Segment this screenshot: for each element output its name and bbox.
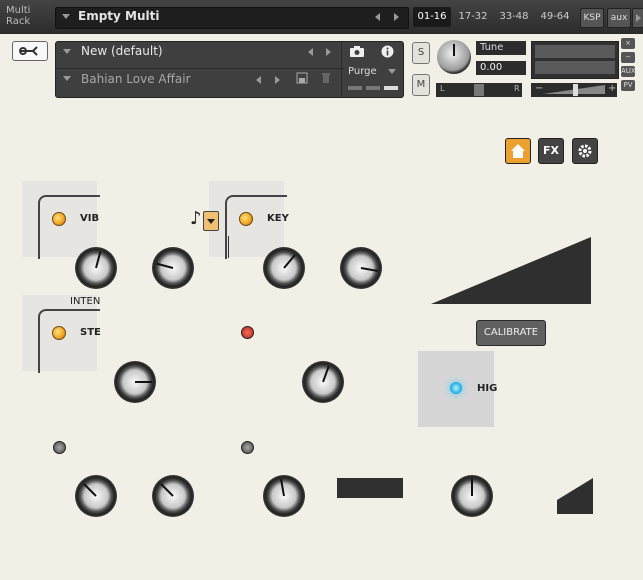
range-tab-01-16[interactable]: 01-16 bbox=[413, 7, 451, 27]
tune-label: Tune bbox=[476, 41, 526, 55]
stereo-label: STE bbox=[80, 327, 101, 338]
bottom-knob-1[interactable] bbox=[75, 475, 117, 517]
tune-knob[interactable] bbox=[437, 40, 471, 74]
key-knob-1[interactable] bbox=[263, 247, 305, 289]
range-tab-49-64[interactable]: 49-64 bbox=[537, 7, 573, 27]
grey-indicator-led-2[interactable] bbox=[241, 441, 254, 454]
instrument-menu-icon[interactable] bbox=[63, 49, 71, 54]
note-icon: ♪ bbox=[190, 208, 202, 229]
multi-name: Empty Multi bbox=[78, 9, 160, 23]
solo-button[interactable]: S bbox=[412, 42, 430, 64]
multi-prev-icon[interactable] bbox=[375, 13, 380, 21]
high-led[interactable] bbox=[450, 382, 462, 394]
settings-button[interactable] bbox=[572, 138, 598, 164]
info-icon[interactable] bbox=[381, 45, 394, 58]
level-ramp-display bbox=[431, 237, 591, 304]
purge-indicator-3 bbox=[384, 86, 398, 90]
pan-slider[interactable]: L R bbox=[436, 83, 522, 97]
bottom-knob-3[interactable] bbox=[263, 475, 305, 517]
key-dropdown-arrow-icon bbox=[207, 219, 215, 224]
key-tick bbox=[228, 236, 229, 258]
ksp-button[interactable]: KSP bbox=[580, 8, 604, 28]
stereo-knob-2[interactable] bbox=[302, 361, 344, 403]
snapshot-name[interactable]: Bahian Love Affair bbox=[81, 72, 191, 86]
camera-icon[interactable] bbox=[349, 45, 365, 58]
pan-left-label: L bbox=[440, 84, 445, 93]
red-indicator-led[interactable] bbox=[241, 326, 254, 339]
key-label: KEY bbox=[267, 213, 289, 224]
vibe-depth-knob[interactable] bbox=[152, 247, 194, 289]
key-led[interactable] bbox=[239, 212, 253, 226]
trash-icon[interactable] bbox=[320, 72, 332, 84]
purge-indicator-2 bbox=[366, 86, 380, 90]
snapshot-prev-icon[interactable] bbox=[256, 76, 261, 84]
high-label: HIG bbox=[477, 383, 498, 394]
multi-menu-arrow-icon[interactable] bbox=[62, 14, 70, 19]
tune-value-field[interactable]: 0.00 bbox=[476, 61, 526, 75]
stereo-led[interactable] bbox=[52, 326, 66, 340]
snapshot-next-icon[interactable] bbox=[275, 76, 280, 84]
meter-left-channel bbox=[535, 45, 615, 58]
purge-menu[interactable]: Purge bbox=[348, 66, 377, 77]
panel-divider bbox=[341, 42, 342, 96]
multi-next-icon[interactable] bbox=[394, 13, 399, 21]
range-tab-17-32[interactable]: 17-32 bbox=[455, 7, 491, 27]
purge-arrow-icon[interactable] bbox=[388, 69, 396, 74]
calibrate-button[interactable]: CALIBRATE bbox=[476, 320, 546, 346]
close-instrument-button[interactable]: × bbox=[621, 38, 635, 49]
vibe-label: VIB bbox=[80, 213, 100, 224]
volume-slider[interactable]: − + bbox=[531, 83, 617, 97]
rack-title: Multi Rack bbox=[6, 5, 31, 27]
instrument-prev-icon[interactable] bbox=[308, 48, 313, 56]
edit-instrument-button[interactable] bbox=[12, 41, 48, 61]
intensity-label: INTEN bbox=[70, 296, 101, 307]
expand-icon bbox=[636, 14, 641, 22]
key-dropdown[interactable] bbox=[203, 211, 219, 231]
grey-indicator-led-1[interactable] bbox=[53, 441, 66, 454]
vibe-led[interactable] bbox=[52, 212, 66, 226]
aux-send-button[interactable]: AUX bbox=[621, 66, 636, 77]
key-knob-2[interactable] bbox=[340, 247, 382, 289]
pan-right-label: R bbox=[514, 84, 520, 93]
home-button[interactable] bbox=[505, 138, 531, 164]
minimize-instrument-button[interactable]: − bbox=[621, 52, 635, 63]
level-meter bbox=[531, 41, 619, 79]
instrument-divider bbox=[56, 68, 344, 69]
display-strip bbox=[337, 478, 403, 498]
pv-button[interactable]: PV bbox=[621, 80, 635, 91]
aux-button[interactable]: aux bbox=[607, 8, 631, 28]
bottom-knob-2[interactable] bbox=[152, 475, 194, 517]
vibe-rate-knob[interactable] bbox=[75, 247, 117, 289]
instrument-next-icon[interactable] bbox=[326, 48, 331, 56]
gear-icon bbox=[578, 144, 592, 158]
volume-plus-label: + bbox=[608, 83, 617, 94]
volume-handle[interactable] bbox=[573, 84, 578, 96]
purge-indicator-1 bbox=[348, 86, 362, 90]
range-tab-33-48[interactable]: 33-48 bbox=[495, 7, 533, 27]
snapshot-menu-icon[interactable] bbox=[63, 76, 71, 81]
bottom-knob-4[interactable] bbox=[451, 475, 493, 517]
stereo-tile-frame bbox=[38, 309, 100, 373]
expand-button[interactable] bbox=[632, 8, 643, 28]
fx-button[interactable]: FX bbox=[538, 138, 564, 164]
stereo-knob-1[interactable] bbox=[114, 361, 156, 403]
small-ramp-display bbox=[557, 478, 593, 514]
tune-knob-pointer bbox=[453, 44, 455, 56]
pan-handle[interactable] bbox=[474, 84, 484, 96]
mute-button[interactable]: M bbox=[412, 74, 430, 96]
instrument-name[interactable]: New (default) bbox=[81, 44, 163, 58]
wrench-icon bbox=[19, 46, 38, 56]
save-icon[interactable] bbox=[296, 72, 308, 84]
home-icon bbox=[511, 144, 525, 158]
meter-right-channel bbox=[535, 61, 615, 74]
